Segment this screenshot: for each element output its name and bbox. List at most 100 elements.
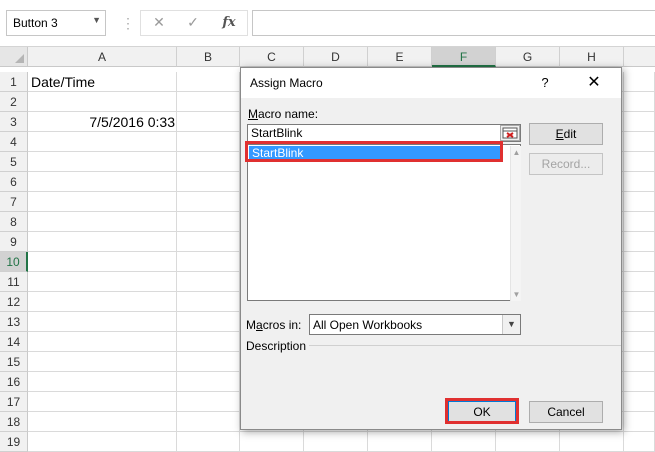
column-header-h[interactable]: H [560, 47, 624, 67]
cell[interactable] [624, 72, 655, 92]
cell[interactable] [28, 192, 177, 212]
cell[interactable] [177, 292, 240, 312]
cell[interactable] [624, 112, 655, 132]
row-header-8[interactable]: 8 [0, 212, 28, 232]
cell[interactable] [177, 92, 240, 112]
cell[interactable] [177, 232, 240, 252]
macro-name-input[interactable]: StartBlink [247, 124, 521, 142]
cell[interactable] [368, 432, 432, 452]
column-header-g[interactable]: G [496, 47, 560, 67]
formula-input[interactable] [252, 10, 655, 36]
scroll-up-icon[interactable]: ▲ [511, 147, 522, 158]
collapse-dialog-icon[interactable] [500, 125, 520, 141]
edit-button[interactable]: Edit [529, 123, 603, 145]
cell[interactable] [28, 412, 177, 432]
cell[interactable] [28, 272, 177, 292]
cell[interactable] [28, 92, 177, 112]
column-header-a[interactable]: A [28, 47, 177, 67]
cell[interactable] [28, 132, 177, 152]
cell[interactable] [624, 332, 655, 352]
cell[interactable] [624, 212, 655, 232]
row-header-17[interactable]: 17 [0, 392, 28, 412]
cell[interactable] [28, 312, 177, 332]
row-header-15[interactable]: 15 [0, 352, 28, 372]
column-header-f[interactable]: F [432, 47, 496, 67]
select-all-button[interactable] [0, 47, 28, 67]
row-header-13[interactable]: 13 [0, 312, 28, 332]
cell[interactable] [28, 372, 177, 392]
cell[interactable] [28, 332, 177, 352]
cell[interactable] [177, 72, 240, 92]
cell[interactable] [304, 432, 368, 452]
cell[interactable] [28, 172, 177, 192]
cell-a3[interactable]: 7/5/2016 0:33 [28, 112, 175, 132]
cell[interactable] [177, 372, 240, 392]
cancel-button[interactable]: Cancel [529, 401, 603, 423]
cell[interactable] [177, 252, 240, 272]
cell[interactable] [624, 92, 655, 112]
cancel-icon[interactable]: ✕ [147, 14, 171, 31]
cell[interactable] [28, 352, 177, 372]
cell[interactable] [177, 412, 240, 432]
row-header-19[interactable]: 19 [0, 432, 28, 452]
row-header-18[interactable]: 18 [0, 412, 28, 432]
row-header-2[interactable]: 2 [0, 92, 28, 112]
row-header-11[interactable]: 11 [0, 272, 28, 292]
cell[interactable] [177, 152, 240, 172]
cell[interactable] [177, 212, 240, 232]
cell[interactable] [177, 132, 240, 152]
cell[interactable] [624, 172, 655, 192]
row-header-7[interactable]: 7 [0, 192, 28, 212]
cell[interactable] [624, 132, 655, 152]
macros-in-select[interactable]: All Open Workbooks ▼ [309, 314, 521, 335]
cell[interactable] [624, 392, 655, 412]
row-header-1[interactable]: 1 [0, 72, 28, 92]
cell-a1[interactable]: Date/Time [31, 72, 95, 92]
cell[interactable] [28, 252, 177, 272]
cell[interactable] [624, 432, 655, 452]
cell[interactable] [28, 392, 177, 412]
chevron-down-icon[interactable]: ▼ [502, 315, 520, 334]
cell[interactable] [177, 112, 240, 132]
cell[interactable] [624, 372, 655, 392]
row-header-10[interactable]: 10 [0, 252, 28, 272]
enter-icon[interactable]: ✓ [181, 14, 205, 31]
cell[interactable] [624, 252, 655, 272]
cell[interactable] [177, 332, 240, 352]
row-header-6[interactable]: 6 [0, 172, 28, 192]
chevron-down-icon[interactable]: ▼ [92, 15, 101, 25]
cell[interactable] [624, 352, 655, 372]
cell[interactable] [28, 232, 177, 252]
cell[interactable] [177, 312, 240, 332]
cell[interactable] [624, 152, 655, 172]
cell[interactable] [624, 272, 655, 292]
cell[interactable] [624, 412, 655, 432]
row-header-5[interactable]: 5 [0, 152, 28, 172]
column-header-c[interactable]: C [240, 47, 304, 67]
row-header-9[interactable]: 9 [0, 232, 28, 252]
cell[interactable] [28, 292, 177, 312]
help-icon[interactable]: ? [538, 75, 552, 91]
record-button[interactable]: Record... [529, 153, 603, 175]
cell[interactable] [624, 232, 655, 252]
drag-handle-icon[interactable]: ⋮ [121, 12, 135, 34]
cell[interactable] [240, 432, 304, 452]
cell[interactable] [28, 152, 177, 172]
column-header-d[interactable]: D [304, 47, 368, 67]
list-scrollbar[interactable]: ▲ ▼ [510, 146, 521, 301]
dialog-title-bar[interactable]: Assign Macro [241, 68, 621, 98]
close-icon[interactable]: ✕ [583, 72, 605, 94]
cell[interactable] [177, 192, 240, 212]
row-header-16[interactable]: 16 [0, 372, 28, 392]
cell[interactable] [624, 292, 655, 312]
name-box[interactable]: Button 3 ▼ [6, 10, 106, 36]
cell[interactable] [28, 212, 177, 232]
cell[interactable] [177, 352, 240, 372]
column-header-e[interactable]: E [368, 47, 432, 67]
cell[interactable] [177, 272, 240, 292]
row-header-4[interactable]: 4 [0, 132, 28, 152]
row-header-12[interactable]: 12 [0, 292, 28, 312]
cell[interactable] [432, 432, 496, 452]
row-header-14[interactable]: 14 [0, 332, 28, 352]
macro-list[interactable]: StartBlink ▲ ▼ [247, 144, 521, 301]
